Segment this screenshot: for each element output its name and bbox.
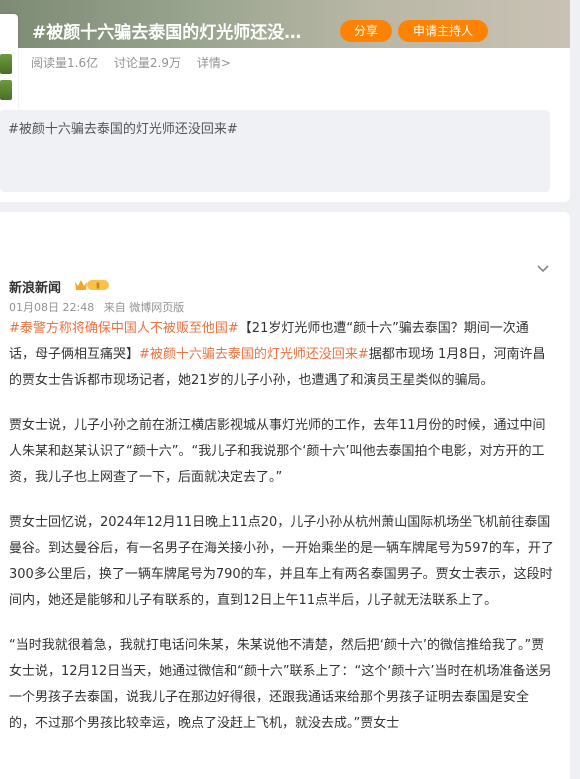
thumbnail-image [0,54,12,74]
post-source: 来自 微博网页版 [103,301,185,314]
thumbnail-image [0,80,12,100]
details-link[interactable]: 详情> [197,56,231,70]
topic-quote-box: #被颜十六骗去泰国的灯光师还没回来# [0,110,550,192]
author-name[interactable]: 新浪新闻 [9,277,61,296]
hashtag-link[interactable]: #被颜十六骗去泰国的灯光师还没回来# [139,347,369,362]
topic-thumbnail[interactable] [0,14,18,118]
paragraph: 贾女士说，儿子小孙之前在浙江横店影视城从事灯光师的工作，去年11月份的时候，通过… [9,418,546,485]
post-body: #泰警方称将确保中国人不被贩至他国#【21岁灯光师也遭“颜十六”骗去泰国？期间一… [9,316,554,756]
share-button[interactable]: 分享 [340,20,392,42]
paragraph: “当时我就很着急，我就打电话问朱某，朱某说他不清楚，然后把‘颜十六’的微信推给我… [9,638,552,731]
svg-text:Ⅱ: Ⅱ [96,282,100,291]
paragraph: 贾女士回忆说，2024年12月11日晚上11点20，儿子小孙从杭州萧山国际机场坐… [9,515,554,608]
topic-stats: 阅读量1.6亿 讨论量2.9万 详情> [31,54,243,71]
hashtag-link[interactable]: #泰警方称将确保中国人不被贩至他国# [9,321,239,336]
vip-badge-icon: Ⅱ [75,280,109,291]
topic-card: #被颜十六骗去泰国的灯光师还没… 分享 申请主持人 阅读量1.6亿 讨论量2.9… [0,0,570,202]
apply-host-button[interactable]: 申请主持人 [398,20,488,42]
chevron-down-icon[interactable] [536,264,550,274]
read-count: 阅读量1.6亿 [31,56,99,70]
paragraph: #泰警方称将确保中国人不被贩至他国#【21岁灯光师也遭“颜十六”骗去泰国？期间一… [9,316,554,394]
discussion-count: 讨论量2.9万 [113,56,182,70]
topic-title: #被颜十六骗去泰国的灯光师还没… [32,23,302,43]
post-card: 新浪新闻 Ⅱ 01月08日 22:48 来自 微博网页版 #泰警方称将确保中国人… [0,212,570,779]
topic-quote: #被颜十六骗去泰国的灯光师还没回来# [8,122,238,137]
post-meta: 01月08日 22:48 来自 微博网页版 [9,299,190,315]
post-date[interactable]: 01月08日 22:48 [9,301,94,314]
